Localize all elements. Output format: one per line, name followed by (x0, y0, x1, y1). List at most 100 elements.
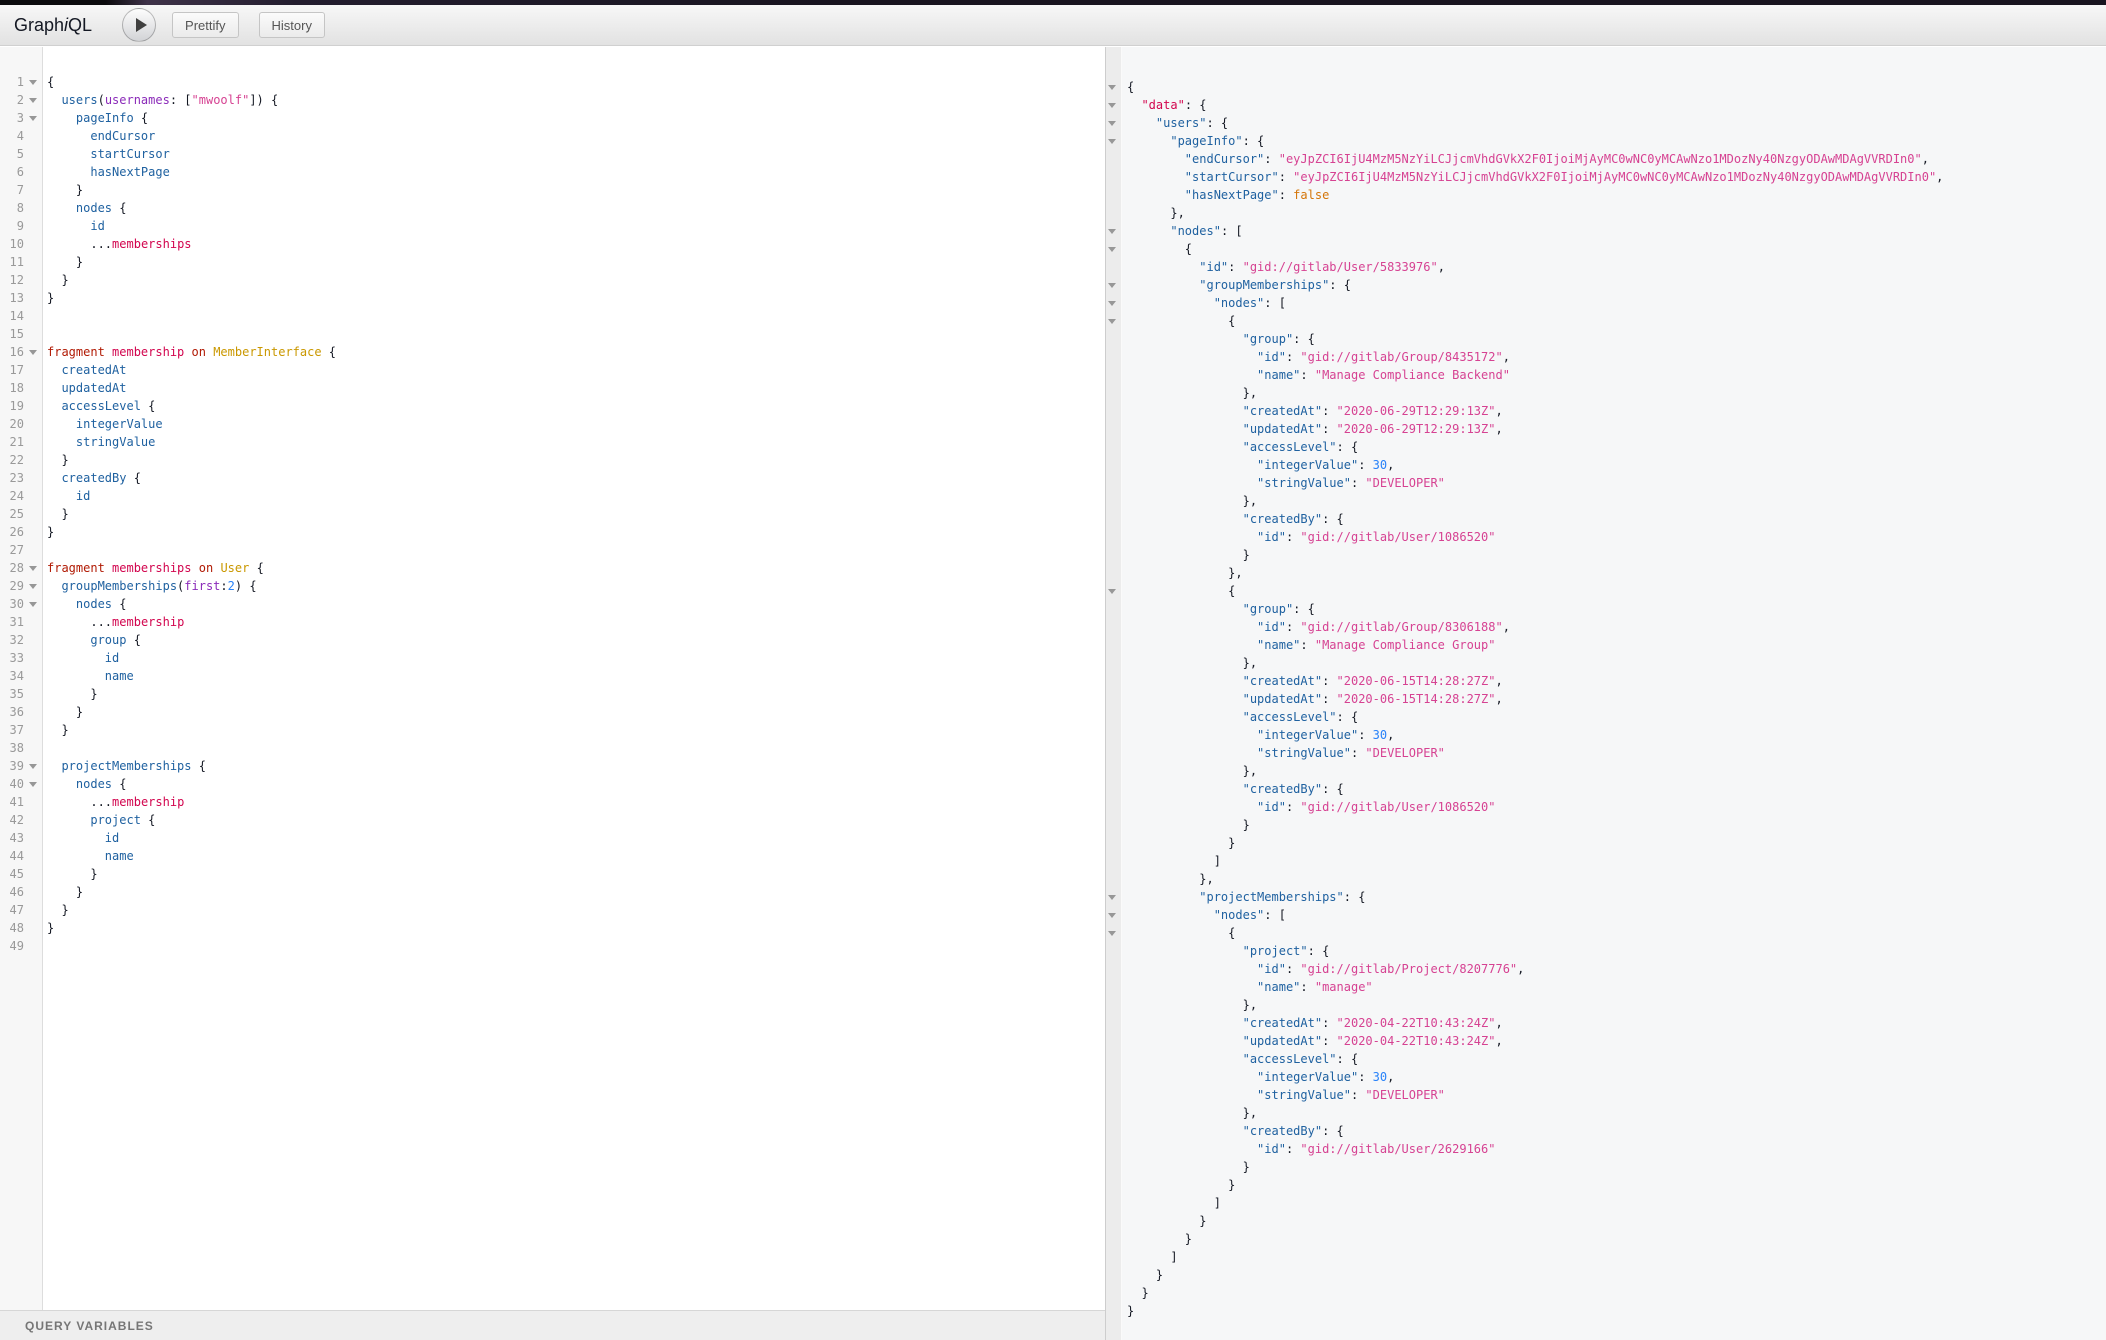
fold-arrow-icon[interactable] (1108, 319, 1116, 324)
query-code-text[interactable]: createdBy { (42, 469, 141, 487)
query-code-text[interactable]: } (42, 883, 83, 901)
query-line[interactable]: 28fragment memberships on User { (0, 559, 1105, 577)
query-line[interactable]: 32 group { (0, 631, 1105, 649)
query-line[interactable]: 20 integerValue (0, 415, 1105, 433)
query-code-text[interactable]: ...membership (42, 793, 184, 811)
query-code-text[interactable] (42, 307, 47, 325)
query-code-text[interactable]: fragment memberships on User { (42, 559, 264, 577)
query-code-text[interactable]: nodes { (42, 199, 126, 217)
query-code-text[interactable]: users(usernames: ["mwoolf"]) { (42, 91, 278, 109)
query-line[interactable]: 39 projectMemberships { (0, 757, 1105, 775)
query-code-text[interactable]: } (42, 253, 83, 271)
query-line[interactable]: 42 project { (0, 811, 1105, 829)
query-code-text[interactable]: hasNextPage (42, 163, 170, 181)
query-line[interactable]: 11 } (0, 253, 1105, 271)
query-line[interactable]: 41 ...membership (0, 793, 1105, 811)
query-variables-header[interactable]: QUERY VARIABLES (0, 1310, 1105, 1340)
query-code-text[interactable] (42, 937, 47, 955)
query-line[interactable]: 24 id (0, 487, 1105, 505)
query-line[interactable]: 2 users(usernames: ["mwoolf"]) { (0, 91, 1105, 109)
query-line[interactable]: 38 (0, 739, 1105, 757)
fold-arrow-icon[interactable] (29, 782, 37, 787)
fold-arrow-icon[interactable] (1108, 913, 1116, 918)
query-code-text[interactable]: accessLevel { (42, 397, 155, 415)
query-code-text[interactable]: fragment membership on MemberInterface { (42, 343, 336, 361)
query-line[interactable]: 33 id (0, 649, 1105, 667)
query-code-text[interactable]: updatedAt (42, 379, 126, 397)
query-code-text[interactable]: } (42, 901, 69, 919)
query-code-text[interactable]: } (42, 919, 54, 937)
query-line[interactable]: 49 (0, 937, 1105, 955)
query-code-text[interactable] (42, 325, 47, 343)
query-line[interactable]: 43 id (0, 829, 1105, 847)
query-editor[interactable]: 1{2 users(usernames: ["mwoolf"]) {3 page… (0, 47, 1105, 1310)
query-code-text[interactable] (42, 541, 47, 559)
query-line[interactable]: 18 updatedAt (0, 379, 1105, 397)
query-code-text[interactable]: } (42, 685, 98, 703)
query-line[interactable]: 5 startCursor (0, 145, 1105, 163)
query-line[interactable]: 3 pageInfo { (0, 109, 1105, 127)
query-code-text[interactable]: id (42, 217, 105, 235)
query-line[interactable]: 26} (0, 523, 1105, 541)
query-line[interactable]: 36 } (0, 703, 1105, 721)
query-code-text[interactable]: } (42, 505, 69, 523)
fold-arrow-icon[interactable] (29, 602, 37, 607)
fold-arrow-icon[interactable] (29, 116, 37, 121)
query-line[interactable]: 22 } (0, 451, 1105, 469)
query-code-text[interactable]: pageInfo { (42, 109, 148, 127)
fold-arrow-icon[interactable] (29, 566, 37, 571)
query-code-text[interactable]: projectMemberships { (42, 757, 206, 775)
query-line[interactable]: 19 accessLevel { (0, 397, 1105, 415)
query-line[interactable]: 9 id (0, 217, 1105, 235)
query-code-text[interactable]: name (42, 847, 134, 865)
query-code-text[interactable]: } (42, 451, 69, 469)
query-code-text[interactable]: groupMemberships(first:2) { (42, 577, 257, 595)
query-code-text[interactable]: name (42, 667, 134, 685)
query-code-text[interactable]: project { (42, 811, 155, 829)
query-line[interactable]: 4 endCursor (0, 127, 1105, 145)
fold-arrow-icon[interactable] (1108, 283, 1116, 288)
fold-arrow-icon[interactable] (1108, 895, 1116, 900)
fold-arrow-icon[interactable] (1108, 931, 1116, 936)
query-code-text[interactable]: id (42, 487, 90, 505)
query-line[interactable]: 27 (0, 541, 1105, 559)
query-code-text[interactable]: } (42, 181, 83, 199)
query-code-text[interactable]: ...memberships (42, 235, 192, 253)
query-line[interactable]: 14 (0, 307, 1105, 325)
query-code-text[interactable]: } (42, 289, 54, 307)
query-code-text[interactable]: nodes { (42, 775, 126, 793)
query-code-text[interactable] (42, 739, 47, 757)
query-line[interactable]: 44 name (0, 847, 1105, 865)
query-line[interactable]: 30 nodes { (0, 595, 1105, 613)
query-line[interactable]: 37 } (0, 721, 1105, 739)
query-line[interactable]: 46 } (0, 883, 1105, 901)
fold-arrow-icon[interactable] (29, 98, 37, 103)
query-code-text[interactable]: group { (42, 631, 141, 649)
fold-arrow-icon[interactable] (29, 80, 37, 85)
query-line[interactable]: 15 (0, 325, 1105, 343)
query-line[interactable]: 45 } (0, 865, 1105, 883)
query-line[interactable]: 23 createdBy { (0, 469, 1105, 487)
history-button[interactable]: History (259, 12, 325, 38)
query-code-text[interactable]: startCursor (42, 145, 170, 163)
query-line[interactable]: 1{ (0, 73, 1105, 91)
query-code-text[interactable]: id (42, 829, 119, 847)
fold-arrow-icon[interactable] (1108, 247, 1116, 252)
fold-arrow-icon[interactable] (29, 350, 37, 355)
fold-arrow-icon[interactable] (1108, 301, 1116, 306)
query-code-text[interactable]: createdAt (42, 361, 126, 379)
query-line[interactable]: 16fragment membership on MemberInterface… (0, 343, 1105, 361)
query-code-text[interactable]: } (42, 703, 83, 721)
fold-arrow-icon[interactable] (1108, 229, 1116, 234)
query-code-text[interactable]: endCursor (42, 127, 155, 145)
query-code-text[interactable]: } (42, 523, 54, 541)
fold-arrow-icon[interactable] (1108, 589, 1116, 594)
query-line[interactable]: 25 } (0, 505, 1105, 523)
execute-query-button[interactable] (122, 8, 156, 42)
query-editor-pane[interactable]: 1{2 users(usernames: ["mwoolf"]) {3 page… (0, 47, 1105, 1340)
query-line[interactable]: 21 stringValue (0, 433, 1105, 451)
query-code-text[interactable]: integerValue (42, 415, 163, 433)
query-line[interactable]: 34 name (0, 667, 1105, 685)
query-line[interactable]: 31 ...membership (0, 613, 1105, 631)
query-line[interactable]: 6 hasNextPage (0, 163, 1105, 181)
